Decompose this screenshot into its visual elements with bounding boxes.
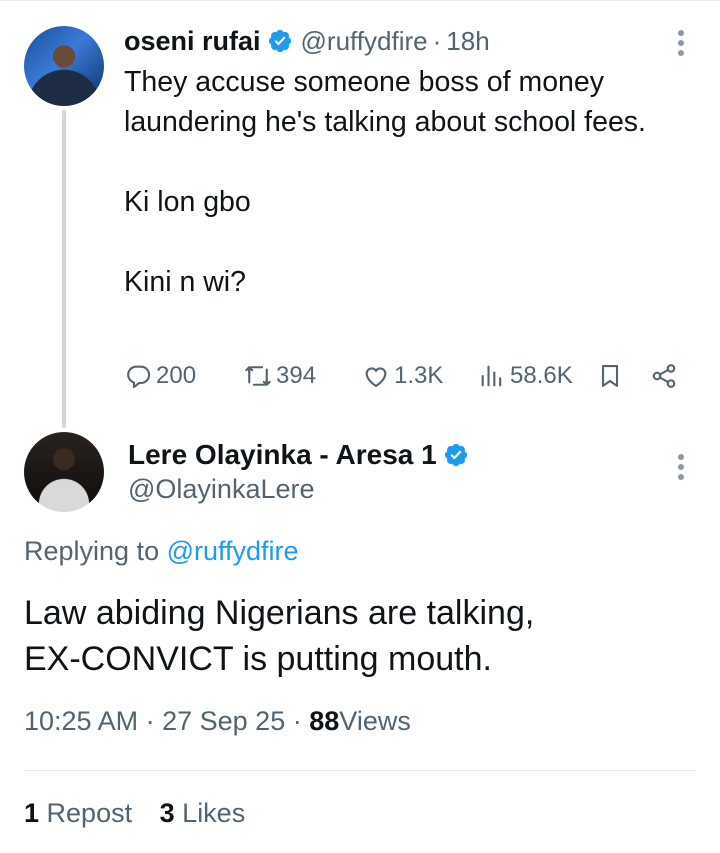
tweet-text: They accuse someone boss of money launde… <box>124 62 694 302</box>
tweet-text-line: Kini n wi? <box>124 266 246 298</box>
bookmark-icon <box>601 365 619 387</box>
repost-count: 394 <box>276 362 317 389</box>
tweet-stats: 1 Repost 3 Likes <box>24 798 245 829</box>
views-count: 58.6K <box>510 362 573 389</box>
separator: · <box>432 25 442 56</box>
avatar[interactable] <box>24 26 104 106</box>
verified-badge-icon <box>268 29 291 53</box>
like-button[interactable]: 1.3K <box>362 358 443 394</box>
repost-stat[interactable]: 1 Repost <box>24 798 132 828</box>
more-icon[interactable] <box>677 30 685 60</box>
tweet-meta: 10:25 AM · 27 Sep 25 · 88Views <box>24 706 411 737</box>
verified-badge-icon <box>444 443 467 467</box>
repost-stat-label: Repost <box>46 798 133 828</box>
author-handle[interactable]: @OlayinkaLere <box>128 474 315 505</box>
tweet-text-line: EX-CONVICT is putting mouth. <box>24 640 492 678</box>
tweet-header: Lere Olayinka - Aresa 1 <box>128 436 469 474</box>
repost-icon <box>245 366 271 386</box>
tweet-time[interactable]: 10:25 AM <box>24 706 138 736</box>
share-button[interactable] <box>650 358 678 394</box>
replying-mention-link[interactable]: @ruffydfire <box>167 536 299 566</box>
tweet-text-line: They accuse someone boss of money launde… <box>124 66 646 138</box>
author-name[interactable]: oseni rufai <box>124 26 261 57</box>
repost-stat-count: 1 <box>24 798 40 828</box>
tweet-text-line: Ki lon gbo <box>124 186 251 218</box>
author-name[interactable]: Lere Olayinka - Aresa 1 <box>128 439 437 471</box>
thread-line <box>62 110 66 428</box>
tweet-text-line: Law abiding Nigerians are talking, <box>24 594 535 632</box>
views-icon <box>481 365 502 387</box>
tweet-text: Law abiding Nigerians are talking, EX-CO… <box>24 590 696 682</box>
like-icon <box>365 367 387 387</box>
likes-stat[interactable]: 3 Likes <box>160 798 246 828</box>
reply-button[interactable]: 200 <box>124 358 196 394</box>
repost-button[interactable]: 394 <box>244 358 316 394</box>
likes-stat-label: Likes <box>182 798 246 828</box>
top-divider <box>0 0 720 6</box>
share-icon <box>652 364 676 388</box>
views-button[interactable]: 58.6K <box>478 358 573 394</box>
reply-count: 200 <box>156 362 197 389</box>
tweet-header: oseni rufai @ruffydfire · 18h <box>124 24 490 58</box>
views-label: Views <box>339 706 411 736</box>
timestamp[interactable]: 18h <box>446 26 489 57</box>
like-count: 1.3K <box>394 362 444 389</box>
views-count: 88 <box>309 706 340 736</box>
likes-stat-count: 3 <box>159 798 175 828</box>
tweet-date[interactable]: 27 Sep 25 <box>162 706 285 736</box>
reply-icon <box>127 365 151 389</box>
replying-to: Replying to @ruffydfire <box>24 536 299 567</box>
separator: · <box>292 706 302 736</box>
separator: · <box>145 706 155 736</box>
author-handle[interactable]: @ruffydfire <box>301 26 428 57</box>
more-icon[interactable] <box>677 454 685 484</box>
bookmark-button[interactable] <box>596 358 624 394</box>
divider <box>24 770 696 771</box>
tweet-actions: 200 394 1.3K 58.6K <box>124 358 694 394</box>
avatar[interactable] <box>24 432 104 512</box>
replying-prefix: Replying to <box>24 536 160 566</box>
